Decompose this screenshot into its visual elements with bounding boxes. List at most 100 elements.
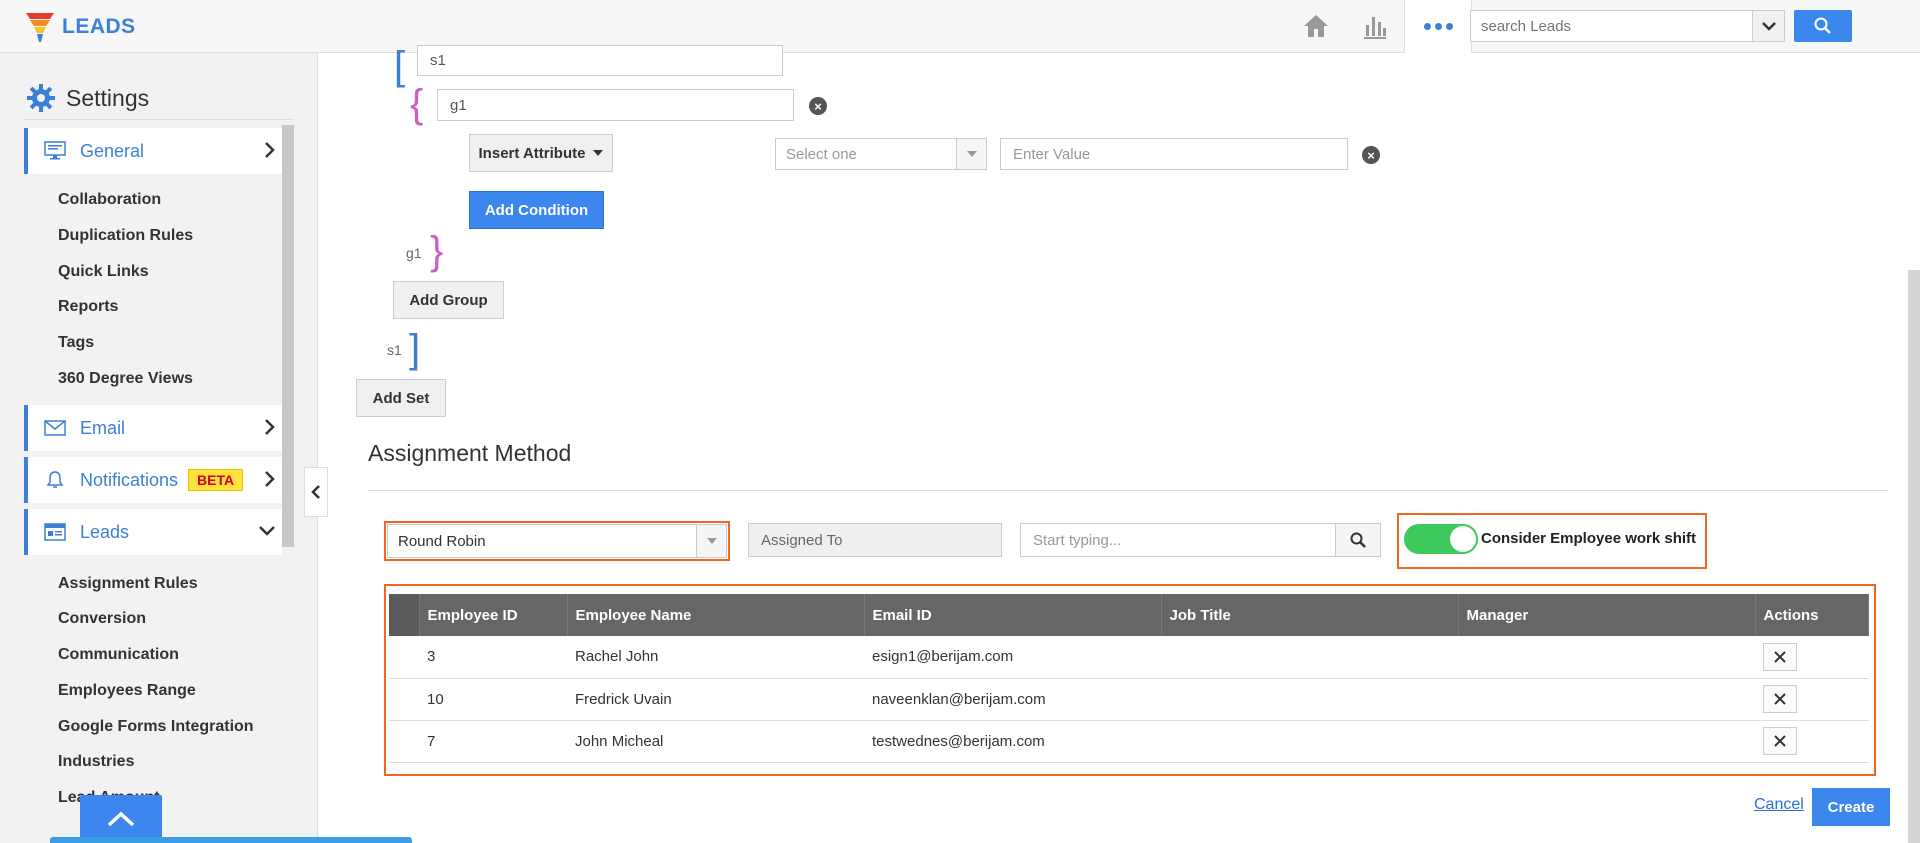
add-condition-button[interactable]: Add Condition (469, 191, 604, 229)
search-input[interactable] (1471, 11, 1746, 41)
top-bar: LEADS (0, 0, 1920, 53)
search-box (1470, 10, 1785, 42)
sidebar-item-quick-links[interactable]: Quick Links (58, 263, 149, 281)
column-employee-name[interactable]: Employee Name (567, 594, 865, 636)
sidebar-scrollbar[interactable] (282, 125, 294, 547)
employee-id-cell: 7 (419, 720, 567, 763)
app-title: LEADS (62, 15, 136, 38)
sidebar-section-email[interactable]: Email (24, 405, 282, 451)
assignment-method-select[interactable]: Round Robin (387, 524, 727, 558)
column-manager[interactable]: Manager (1458, 594, 1756, 636)
group-end-label: g1 (406, 245, 422, 261)
set-end-label: s1 (387, 342, 402, 358)
main-scrollbar[interactable] (1908, 270, 1920, 843)
sidebar-section-label: General (80, 140, 145, 161)
employee-name-cell: Rachel John (567, 636, 864, 679)
caret-down-icon (593, 150, 604, 156)
bell-icon (44, 469, 66, 491)
job-title-cell (1161, 678, 1458, 721)
remove-employee-button[interactable] (1763, 642, 1797, 671)
chevron-right-icon (265, 142, 275, 158)
settings-heading: Settings (26, 83, 149, 113)
add-set-button[interactable]: Add Set (356, 379, 446, 417)
sidebar-section-label: Notifications (80, 469, 179, 490)
cancel-link[interactable]: Cancel (1754, 796, 1804, 814)
employee-id-cell: 10 (419, 678, 567, 721)
sidebar-item-communication[interactable]: Communication (58, 646, 179, 664)
search-icon (1814, 17, 1831, 34)
table-row: 3 Rachel John esign1@berijam.com (389, 636, 1869, 679)
set-open-bracket: [ (394, 44, 406, 88)
settings-sidebar: Settings General Collaboration Duplicati… (0, 53, 318, 843)
insert-attribute-label: Insert Attribute (478, 144, 586, 162)
remove-condition-icon[interactable]: × (1362, 146, 1380, 164)
employee-table: Employee ID Employee Name Email ID Job T… (389, 594, 1869, 763)
sidebar-section-leads[interactable]: Leads (24, 509, 282, 555)
assignment-method-value: Round Robin (398, 532, 486, 550)
table-header-row: Employee ID Employee Name Email ID Job T… (389, 594, 1869, 636)
sidebar-item-collaboration[interactable]: Collaboration (58, 191, 161, 209)
sidebar-section-label: Email (80, 417, 126, 438)
column-email-id[interactable]: Email ID (864, 594, 1162, 636)
chevron-down-icon (1761, 22, 1776, 31)
close-icon (1774, 735, 1786, 747)
job-title-cell (1161, 636, 1458, 679)
assignment-method-title: Assignment Method (368, 440, 572, 466)
employee-search-input[interactable]: Start typing... (1020, 523, 1336, 557)
condition-operator-select[interactable]: Select one (775, 138, 987, 170)
add-group-button[interactable]: Add Group (393, 281, 504, 319)
sidebar-item-employees-range[interactable]: Employees Range (58, 682, 196, 700)
chevron-up-icon (107, 811, 135, 827)
home-icon[interactable] (1296, 9, 1336, 43)
envelope-icon (44, 417, 66, 439)
chevron-right-icon (265, 471, 275, 487)
set-name-input[interactable]: s1 (417, 45, 783, 76)
scroll-to-top-button[interactable] (80, 795, 162, 843)
row-spacer (389, 678, 419, 721)
more-dots-icon[interactable] (1404, 0, 1472, 53)
sidebar-item-360-degree-views[interactable]: 360 Degree Views (58, 370, 193, 388)
group-name-input[interactable]: g1 (437, 89, 794, 121)
sidebar-section-general[interactable]: General (24, 128, 282, 174)
sidebar-item-tags[interactable]: Tags (58, 334, 94, 352)
column-employee-id[interactable]: Employee ID (419, 594, 568, 636)
sidebar-item-reports[interactable]: Reports (58, 298, 118, 316)
work-shift-label: Consider Employee work shift (1481, 530, 1697, 547)
table-row: 10 Fredrick Uvain naveenklan@berijam.com (389, 678, 1869, 721)
condition-value-input[interactable]: Enter Value (1000, 138, 1348, 170)
sidebar-item-industries[interactable]: Industries (58, 753, 134, 771)
bar-chart-icon[interactable] (1355, 9, 1395, 43)
app-logo[interactable]: LEADS (26, 11, 136, 43)
sidebar-item-google-forms-integration[interactable]: Google Forms Integration (58, 718, 254, 736)
settings-title: Settings (66, 84, 150, 111)
sidebar-item-assignment-rules[interactable]: Assignment Rules (58, 575, 198, 593)
remove-group-icon[interactable]: × (809, 97, 827, 115)
work-shift-toggle[interactable] (1404, 524, 1478, 554)
row-spacer (389, 636, 419, 679)
funnel-logo-icon (26, 13, 54, 42)
column-actions: Actions (1755, 594, 1869, 636)
sidebar-collapse-toggle[interactable] (304, 467, 328, 517)
sidebar-section-label: Leads (80, 521, 130, 542)
actions-cell (1755, 678, 1869, 721)
search-icon (1350, 532, 1366, 548)
assigned-to-field: Assigned To (748, 523, 1002, 557)
job-title-cell (1161, 720, 1458, 763)
remove-employee-button[interactable] (1763, 685, 1797, 713)
create-button[interactable]: Create (1812, 788, 1890, 826)
employee-search-button[interactable] (1335, 523, 1381, 557)
header-spacer (389, 594, 420, 636)
sidebar-item-duplication-rules[interactable]: Duplication Rules (58, 227, 193, 245)
column-job-title[interactable]: Job Title (1161, 594, 1459, 636)
close-icon (1774, 651, 1786, 663)
sidebar-section-notifications[interactable]: Notifications BETA (24, 457, 282, 503)
employee-name-cell: Fredrick Uvain (567, 678, 864, 721)
remove-employee-button[interactable] (1763, 727, 1797, 755)
search-dropdown-toggle[interactable] (1752, 11, 1784, 41)
search-button[interactable] (1794, 10, 1852, 42)
sidebar-item-conversion[interactable]: Conversion (58, 610, 146, 628)
manager-cell (1458, 720, 1755, 763)
actions-cell (1755, 636, 1869, 679)
email-cell: esign1@berijam.com (864, 636, 1161, 679)
insert-attribute-dropdown[interactable]: Insert Attribute (469, 134, 613, 172)
